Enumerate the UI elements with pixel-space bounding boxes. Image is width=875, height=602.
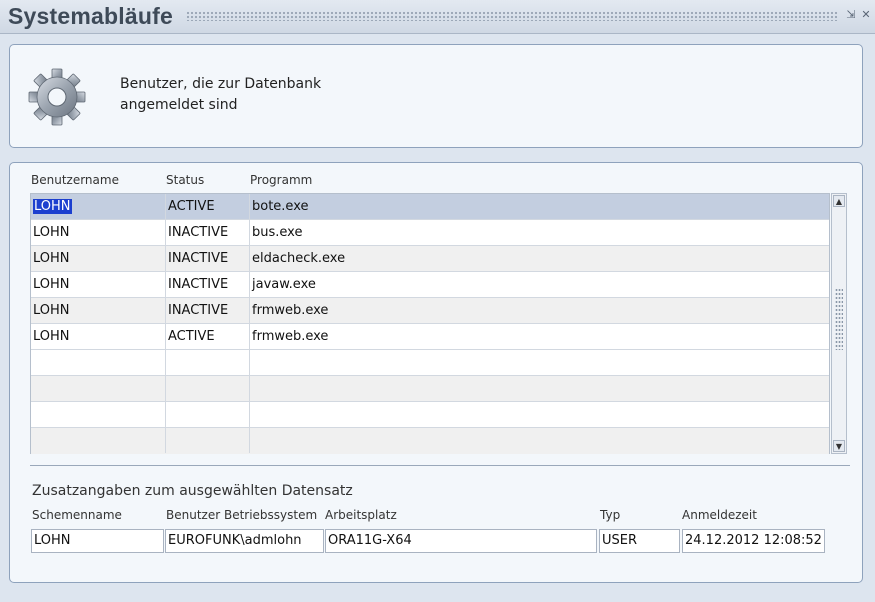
login-time-field[interactable]: 24.12.2012 12:08:52 xyxy=(682,529,825,553)
workstation-field[interactable]: ORA11G-X64 xyxy=(325,529,597,553)
info-text-line2: angemeldet sind xyxy=(120,97,238,113)
scrollbar-grip[interactable] xyxy=(835,288,843,350)
table-row[interactable]: LOHN ACTIVE frmweb.exe xyxy=(31,324,829,350)
cell-username[interactable] xyxy=(31,350,166,375)
column-header-status[interactable]: Status xyxy=(166,173,204,187)
cell-status[interactable] xyxy=(166,376,250,401)
table-row-empty[interactable] xyxy=(31,376,829,402)
cell-status[interactable] xyxy=(166,428,250,453)
table-row[interactable]: LOHN INACTIVE frmweb.exe xyxy=(31,298,829,324)
section-divider xyxy=(30,465,850,466)
label-schema: Schemenname xyxy=(32,508,122,522)
cell-program[interactable]: javaw.exe xyxy=(250,272,829,297)
cell-username[interactable]: LOHN xyxy=(31,298,166,323)
column-header-username[interactable]: Benutzername xyxy=(31,173,119,187)
cell-username[interactable] xyxy=(31,376,166,401)
cell-username[interactable]: LOHN xyxy=(31,324,166,349)
cell-username[interactable]: LOHN xyxy=(31,246,166,271)
cell-username[interactable]: LOHN xyxy=(31,220,166,245)
cell-program[interactable] xyxy=(250,376,829,401)
cell-program[interactable]: frmweb.exe xyxy=(250,324,829,349)
info-description: Benutzer, die zur Datenbank angemeldet s… xyxy=(120,74,380,116)
cell-program[interactable] xyxy=(250,428,829,453)
table-row[interactable]: LOHN INACTIVE eldacheck.exe xyxy=(31,246,829,272)
cell-program[interactable]: eldacheck.exe xyxy=(250,246,829,271)
cell-status[interactable]: INACTIVE xyxy=(166,246,250,271)
table-row-empty[interactable] xyxy=(31,350,829,376)
cell-program[interactable]: bus.exe xyxy=(250,220,829,245)
scroll-up-icon[interactable]: ▲ xyxy=(833,195,845,207)
table-row-empty[interactable] xyxy=(31,428,829,454)
info-text-line1: Benutzer, die zur Datenbank xyxy=(120,76,322,92)
cell-status[interactable] xyxy=(166,402,250,427)
cell-username[interactable] xyxy=(31,402,166,427)
window-title: Systemabläufe xyxy=(8,3,173,29)
label-type: Typ xyxy=(600,508,621,522)
table-scrollbar[interactable]: ▲ ▼ xyxy=(831,193,847,454)
label-os-user: Benutzer Betriebssystem xyxy=(166,508,318,522)
cell-status[interactable]: ACTIVE xyxy=(166,324,250,349)
table-row-empty[interactable] xyxy=(31,402,829,428)
cell-status[interactable]: INACTIVE xyxy=(166,298,250,323)
details-section-title: Zusatzangaben zum ausgewählten Datensatz xyxy=(32,483,353,499)
table-row[interactable]: LOHN INACTIVE javaw.exe xyxy=(31,272,829,298)
close-icon[interactable]: ✕ xyxy=(860,9,872,21)
cell-program[interactable]: bote.exe xyxy=(250,194,829,219)
title-bar: Systemabläufe ⇲ ✕ xyxy=(0,0,875,34)
minimize-icon[interactable]: ⇲ xyxy=(845,9,857,21)
sessions-table: LOHN ACTIVE bote.exe LOHN INACTIVE bus.e… xyxy=(30,193,830,454)
gear-icon xyxy=(28,68,86,126)
cell-program[interactable] xyxy=(250,402,829,427)
cell-username-text: LOHN xyxy=(33,199,72,214)
table-row[interactable]: LOHN ACTIVE bote.exe xyxy=(31,194,829,220)
schema-field[interactable]: LOHN xyxy=(31,529,164,553)
os-user-field[interactable]: EUROFUNK\admlohn xyxy=(165,529,324,553)
cell-username[interactable]: LOHN xyxy=(31,194,166,219)
cell-username[interactable] xyxy=(31,428,166,453)
cell-program[interactable] xyxy=(250,350,829,375)
cell-status[interactable] xyxy=(166,350,250,375)
label-login-time: Anmeldezeit xyxy=(682,508,757,522)
scroll-down-icon[interactable]: ▼ xyxy=(833,440,845,452)
type-field[interactable]: USER xyxy=(599,529,680,553)
label-workstation: Arbeitsplatz xyxy=(325,508,397,522)
cell-status[interactable]: INACTIVE xyxy=(166,272,250,297)
table-row[interactable]: LOHN INACTIVE bus.exe xyxy=(31,220,829,246)
column-header-program[interactable]: Programm xyxy=(250,173,312,187)
title-bar-grip xyxy=(186,11,838,21)
cell-program[interactable]: frmweb.exe xyxy=(250,298,829,323)
cell-status[interactable]: INACTIVE xyxy=(166,220,250,245)
cell-status[interactable]: ACTIVE xyxy=(166,194,250,219)
cell-username[interactable]: LOHN xyxy=(31,272,166,297)
